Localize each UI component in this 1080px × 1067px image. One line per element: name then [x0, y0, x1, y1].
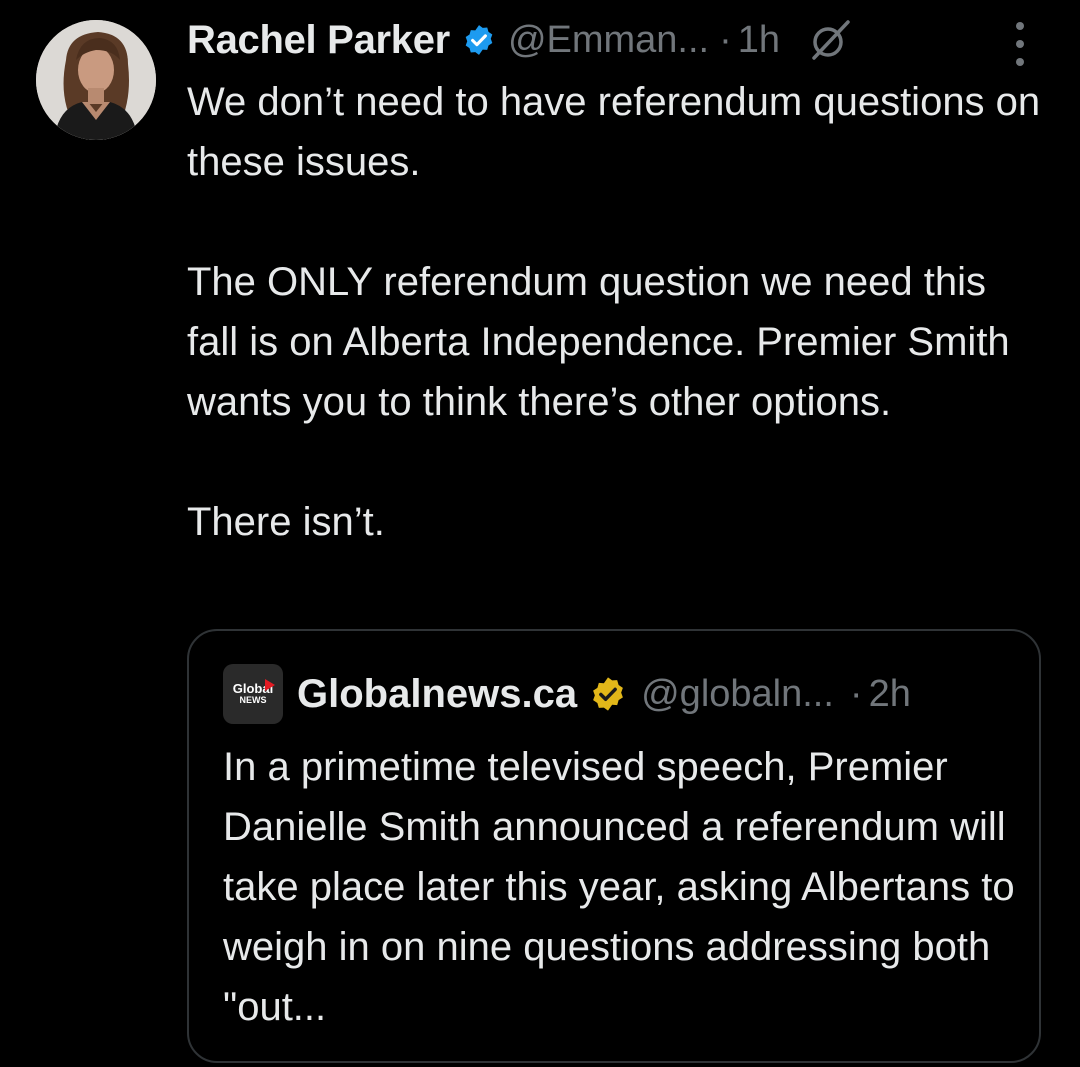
tweet-time[interactable]: 1h	[738, 19, 780, 62]
quoted-author-handle[interactable]: @globaln...	[641, 673, 834, 716]
author-handle[interactable]: @Emman...	[508, 19, 709, 62]
verified-badge-icon[interactable]	[462, 23, 496, 57]
tweet-header: Rachel Parker @Emman... · 1h	[187, 14, 1057, 66]
avatar[interactable]	[36, 20, 156, 140]
grok-icon[interactable]	[808, 18, 852, 62]
tweet[interactable]: Rachel Parker @Emman... · 1h We don’t ne…	[0, 0, 1080, 1067]
gold-verified-badge-icon[interactable]	[589, 675, 627, 713]
tweet-text: We don’t need to have referendum questio…	[187, 72, 1047, 552]
quoted-separator-dot: ·	[849, 672, 863, 715]
global-news-logo-icon[interactable]: Global NEWS	[223, 664, 283, 724]
quoted-tweet-header: Global NEWS Globalnews.ca @globaln... · …	[223, 664, 1023, 724]
quoted-tweet-time[interactable]: 2h	[869, 673, 911, 716]
tweet-paragraph-1: We don’t need to have referendum questio…	[187, 80, 1041, 184]
quoted-author-name[interactable]: Globalnews.ca	[297, 672, 577, 717]
tweet-paragraph-3: There isn’t.	[187, 500, 385, 544]
author-name[interactable]: Rachel Parker	[187, 18, 450, 63]
logo-text-news: NEWS	[239, 695, 267, 705]
more-options-icon[interactable]	[1008, 22, 1032, 66]
separator-dot: ·	[719, 18, 732, 61]
tweet-paragraph-2: The ONLY referendum question we need thi…	[187, 260, 1010, 424]
quoted-tweet-text: In a primetime televised speech, Premier…	[223, 745, 1015, 1029]
profile-photo	[36, 20, 156, 140]
quoted-tweet-card[interactable]: Global NEWS Globalnews.ca @globaln... · …	[187, 629, 1041, 1063]
